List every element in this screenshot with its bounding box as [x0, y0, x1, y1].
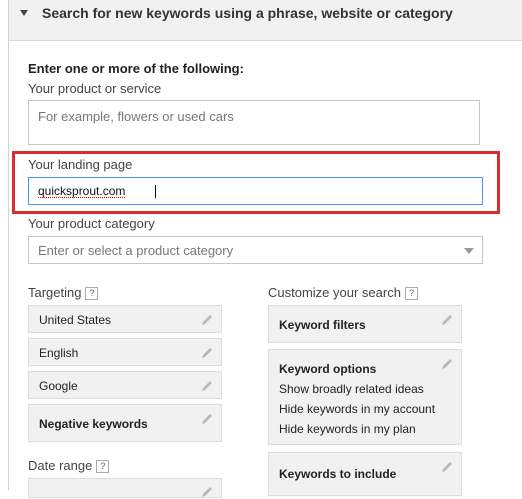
keyword-options-title: Keyword options [279, 362, 377, 376]
category-select[interactable]: Enter or select a product category [28, 236, 483, 264]
network-value: Google [39, 379, 78, 393]
landing-value: quicksprout.com [38, 184, 126, 198]
location-value: United States [39, 313, 112, 327]
pencil-icon[interactable] [200, 485, 214, 499]
product-input[interactable]: For example, flowers or used cars [28, 100, 480, 145]
keyword-filters-label: Keyword filters [279, 318, 366, 332]
language-value: English [39, 346, 79, 360]
option-item: Hide keywords in my account [279, 402, 436, 416]
form-intro: Enter one or more of the following: [28, 61, 244, 76]
targeting-label: Targeting [28, 285, 82, 300]
targeting-location[interactable]: United States [28, 305, 222, 333]
targeting-language[interactable]: English [28, 338, 222, 366]
landing-page-input[interactable]: quicksprout.com [28, 177, 483, 205]
category-placeholder: Enter or select a product category [38, 243, 234, 258]
pencil-icon[interactable] [200, 313, 214, 327]
category-label: Your product category [28, 216, 155, 231]
date-range-heading: Date range? [28, 458, 110, 473]
landing-label: Your landing page [28, 157, 133, 172]
customize-label: Customize your search [268, 285, 401, 300]
help-icon[interactable]: ? [96, 460, 110, 473]
keyword-options-chip[interactable]: Keyword options Show broadly related ide… [268, 349, 462, 445]
panel-border [8, 0, 9, 490]
pencil-icon[interactable] [200, 346, 214, 360]
option-item: Show broadly related ideas [279, 382, 424, 396]
section-header[interactable]: Search for new keywords using a phrase, … [9, 0, 522, 41]
dropdown-arrow-icon [464, 248, 474, 254]
pencil-icon[interactable] [440, 313, 454, 327]
option-item: Hide keywords in my plan [279, 422, 416, 436]
pencil-icon[interactable] [440, 460, 454, 474]
help-icon[interactable]: ? [85, 287, 99, 300]
date-range-chip[interactable] [28, 478, 222, 498]
keyword-options-list: Show broadly related ideas Hide keywords… [279, 379, 435, 439]
targeting-heading: Targeting? [28, 285, 99, 300]
pencil-icon[interactable] [200, 412, 214, 426]
targeting-network[interactable]: Google [28, 371, 222, 399]
customize-heading: Customize your search? [268, 285, 418, 300]
text-cursor [155, 185, 156, 198]
pencil-icon[interactable] [440, 357, 454, 371]
caret-down-icon [20, 10, 28, 16]
negative-keywords-label: Negative keywords [39, 417, 148, 431]
keywords-to-include-chip[interactable]: Keywords to include [268, 452, 462, 496]
product-placeholder: For example, flowers or used cars [38, 109, 234, 124]
pencil-icon[interactable] [200, 379, 214, 393]
help-icon[interactable]: ? [404, 287, 418, 300]
product-label: Your product or service [28, 81, 162, 96]
targeting-negative-keywords[interactable]: Negative keywords [28, 404, 222, 442]
keywords-to-include-label: Keywords to include [279, 467, 397, 481]
keyword-filters-chip[interactable]: Keyword filters [268, 305, 462, 343]
section-title: Search for new keywords using a phrase, … [42, 5, 453, 21]
date-range-label: Date range [28, 458, 93, 473]
